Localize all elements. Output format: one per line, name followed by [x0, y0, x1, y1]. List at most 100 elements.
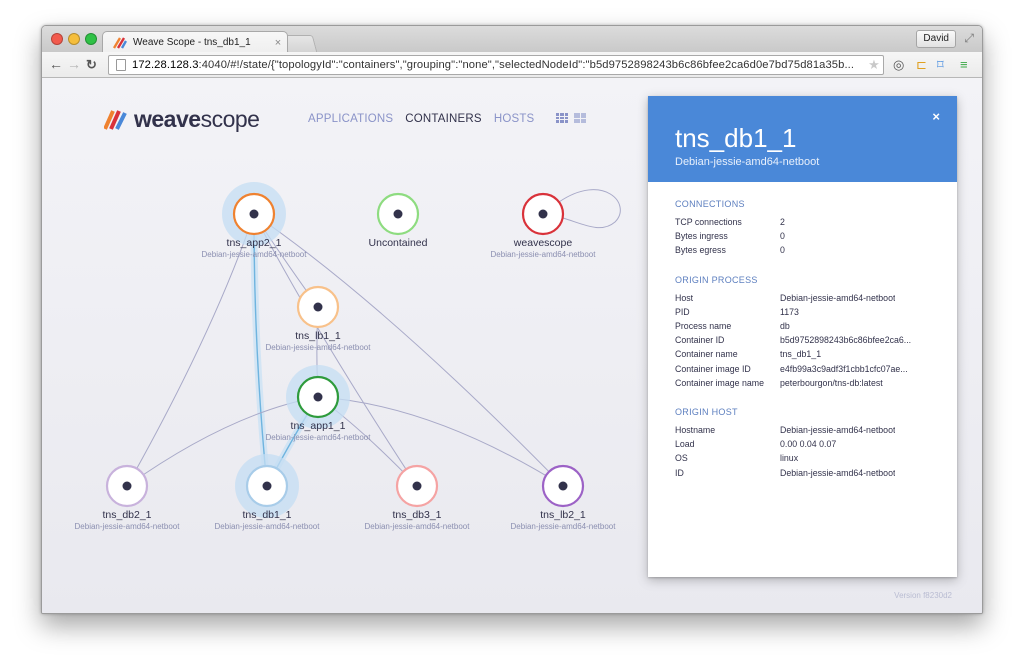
node-dot	[262, 481, 272, 491]
self-loop-edge	[558, 189, 621, 229]
node-label: Uncontained	[369, 237, 428, 250]
details-section: ORIGIN PROCESS Host Debian-jessie-amd64-ne…	[648, 275, 957, 390]
fullscreen-icon[interactable]: ⤢	[964, 31, 974, 46]
detail-key: Bytes egress	[675, 245, 726, 256]
details-body: CONNECTIONS TCP connections 2 Bytes ingress…	[648, 199, 957, 480]
detail-row: Container ID b5d9752898243b6c86bfee2ca6..…	[675, 333, 957, 347]
reload-icon[interactable]: ↻	[86, 57, 97, 73]
node-tns-lb2-1[interactable]	[541, 464, 585, 508]
node-dot	[538, 209, 548, 219]
detail-value: Debian-jessie-amd64-netboot	[780, 425, 896, 436]
back-icon[interactable]: ←	[49, 56, 63, 72]
node-name: tns_db2_1	[102, 509, 152, 521]
node-dot	[122, 481, 132, 491]
node-label: tns_app2_1 Debian-jessie-amd64-netboot	[202, 237, 307, 259]
detail-value: tns_db1_1	[780, 349, 822, 360]
node-host: Debian-jessie-amd64-netboot	[490, 250, 596, 259]
detail-row: Container image ID e4fb99a3c9adf3f1cbb1cf…	[675, 362, 957, 376]
browser-window: Weave Scope - tns_db1_1 × David ⤢ ← → ↻ …	[41, 25, 983, 614]
close-icon[interactable]: ×	[932, 109, 940, 124]
node-dot	[393, 209, 403, 219]
detail-key: Bytes ingress	[675, 231, 728, 242]
window-maximize-button[interactable]	[85, 33, 97, 45]
node-label: tns_db1_1 Debian-jessie-amd64-netboot	[215, 509, 320, 531]
node-label: tns_db3_1 Debian-jessie-amd64-netboot	[365, 509, 470, 531]
node-name: Uncontained	[368, 237, 428, 249]
page-icon	[116, 59, 126, 71]
detail-value: 1173	[780, 306, 799, 317]
forward-icon[interactable]: →	[67, 56, 81, 72]
detail-value: b5d9752898243b6c86bfee2ca6...	[780, 335, 912, 346]
detail-value: linux	[780, 453, 799, 464]
node-name: tns_db1_1	[242, 509, 292, 521]
node-weavescope[interactable]	[521, 192, 565, 236]
node-host: Debian-jessie-amd64-netboot	[214, 522, 320, 531]
detail-row: OS linux	[675, 451, 957, 465]
url-text[interactable]: 172.28.128.3:4040/#!/state/{"topologyId"…	[132, 59, 865, 71]
node-name: tns_app2_1	[226, 237, 282, 249]
node-name: weavescope	[513, 237, 573, 249]
node-name: tns_db3_1	[392, 509, 442, 521]
detail-value: peterbourgon/tns-db:latest	[780, 377, 883, 388]
detail-key: Load	[675, 439, 695, 450]
section-title: ORIGIN PROCESS	[675, 274, 758, 285]
detail-value: 2	[780, 217, 785, 227]
node-host: Debian-jessie-amd64-netboot	[265, 343, 371, 352]
menu-icon[interactable]: ≡	[960, 57, 968, 72]
window-minimize-button[interactable]	[68, 33, 80, 45]
detail-value: 0	[780, 245, 785, 256]
detail-value: 0	[780, 231, 785, 242]
detail-value: Debian-jessie-amd64-netboot	[780, 292, 896, 303]
node-name: tns_lb2_1	[540, 509, 586, 521]
section-title: ORIGIN HOST	[675, 407, 738, 418]
browser-tab[interactable]: Weave Scope - tns_db1_1 ×	[102, 31, 288, 53]
detail-row: Process name db	[675, 319, 957, 333]
details-panel: tns_db1_1 Debian-jessie-amd64-netboot × …	[648, 96, 957, 577]
url-path: :4040/#!/state/{"topologyId":"containers…	[198, 59, 855, 71]
detail-row: Container name tns_db1_1	[675, 347, 957, 361]
weave-scope-page: weavescope APPLICATIONS CONTAINERS HOSTS…	[42, 79, 982, 613]
detail-key: Host	[675, 292, 694, 303]
url-host: 172.28.128.3	[132, 59, 199, 71]
node-host: Debian-jessie-amd64-netboot	[510, 522, 616, 531]
detail-value: Debian-jessie-amd64-netboot	[780, 467, 896, 478]
node-host: Debian-jessie-amd64-netboot	[265, 433, 371, 442]
detail-key: OS	[675, 453, 688, 464]
node-label: tns_lb1_1 Debian-jessie-amd64-netboot	[266, 330, 371, 352]
node-dot	[313, 302, 323, 312]
node-label: weavescope Debian-jessie-amd64-netboot	[491, 237, 596, 259]
detail-key: TCP connections	[675, 217, 742, 227]
tab-strip: Weave Scope - tns_db1_1 × David ⤢	[42, 26, 982, 53]
node-tns-lb1-1[interactable]	[296, 285, 340, 329]
detail-key: Process name	[675, 321, 732, 332]
tab-close-icon[interactable]: ×	[269, 37, 287, 49]
details-header: tns_db1_1 Debian-jessie-amd64-netboot ×	[648, 96, 957, 182]
details-section: ORIGIN HOST Hostname Debian-jessie-amd64-n…	[648, 407, 957, 480]
detail-row: PID 1173	[675, 305, 957, 319]
details-title: tns_db1_1	[675, 123, 797, 153]
star-icon[interactable]: ★	[865, 57, 883, 73]
node-label: tns_lb2_1 Debian-jessie-amd64-netboot	[511, 509, 616, 531]
node-name: tns_lb1_1	[295, 330, 341, 342]
node-tns-db2-1[interactable]	[105, 464, 149, 508]
address-bar[interactable]: 172.28.128.3:4040/#!/state/{"topologyId"…	[108, 55, 884, 75]
detail-key: Hostname	[675, 425, 716, 436]
extension-icon[interactable]: ◎	[893, 57, 904, 73]
node-uncontained[interactable]	[376, 192, 420, 236]
node-dot	[249, 209, 259, 219]
detail-key: PID	[675, 306, 690, 317]
node-tns-db3-1[interactable]	[395, 464, 439, 508]
detail-row: Container image name peterbourgon/tns-db:…	[675, 376, 957, 390]
profile-user-button[interactable]: David	[916, 30, 956, 48]
detail-key: Container ID	[675, 335, 725, 346]
node-host: Debian-jessie-amd64-netboot	[201, 250, 307, 259]
extension-frame-icon[interactable]: ⌑	[937, 57, 944, 73]
detail-row: ID Debian-jessie-amd64-netboot	[675, 466, 957, 480]
window-close-button[interactable]	[51, 33, 63, 45]
detail-key: Container image name	[675, 377, 764, 388]
detail-key: Container name	[675, 349, 738, 360]
extension-tool-icon[interactable]: ⊏	[916, 57, 927, 73]
detail-key: Container image ID	[675, 363, 751, 374]
detail-row: Hostname Debian-jessie-amd64-netboot	[675, 423, 957, 437]
node-label: tns_app1_1 Debian-jessie-amd64-netboot	[266, 420, 371, 442]
